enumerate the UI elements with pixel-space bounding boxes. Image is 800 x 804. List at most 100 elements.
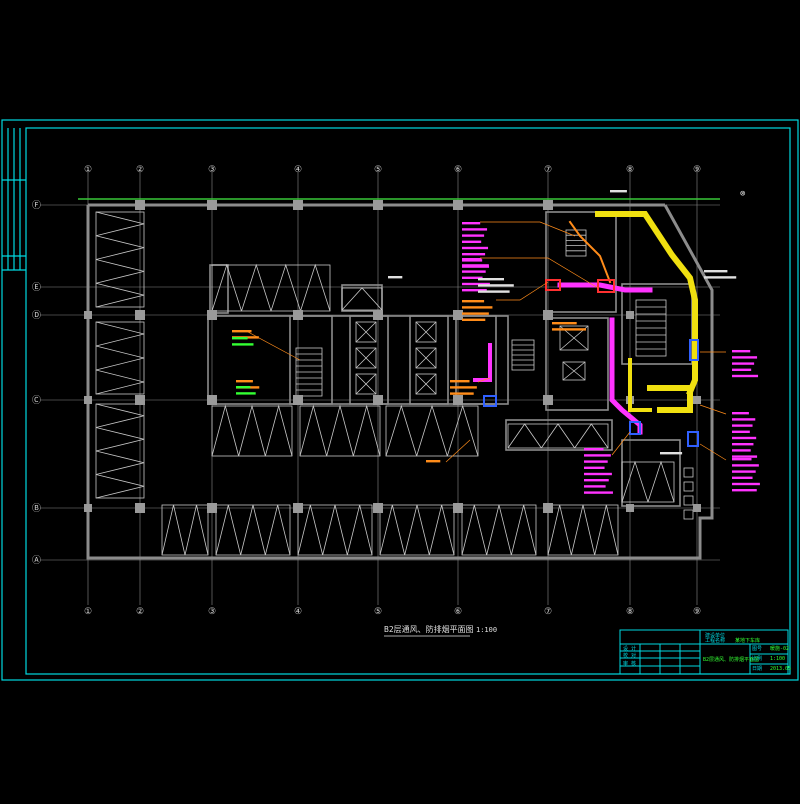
corner-mark: ⊗ <box>740 189 745 199</box>
smoke-duct-left <box>473 343 492 382</box>
column <box>693 504 701 512</box>
parking-bays <box>95 211 675 556</box>
annotation-line <box>462 258 482 261</box>
annotation-line <box>732 443 754 446</box>
parking-block <box>95 211 145 308</box>
stair-hatches <box>295 229 694 520</box>
annotation-line <box>232 337 248 340</box>
grid-label-left: Ⓑ <box>32 503 41 514</box>
parking-stall-lines <box>547 504 619 556</box>
column <box>626 311 634 319</box>
annotation-line <box>462 234 485 237</box>
annotation-line <box>732 362 755 365</box>
column <box>453 395 463 405</box>
annotation-line <box>478 278 504 281</box>
annotation-line <box>236 380 253 383</box>
parking-block <box>507 423 609 449</box>
column <box>84 311 92 319</box>
parking-stall-lines <box>95 321 145 395</box>
grid-label-top: ⑤ <box>374 165 382 175</box>
parking-stall-lines <box>507 423 609 449</box>
annotation-line <box>462 270 486 273</box>
grid-label-top: ⑥ <box>454 165 462 175</box>
annotation-line <box>462 300 485 303</box>
grid-label-bottom: ② <box>136 607 144 617</box>
annotation-line <box>660 452 683 455</box>
title-block <box>619 629 789 675</box>
annotation-line <box>584 491 613 494</box>
column <box>207 200 217 210</box>
parking-stall-lines <box>297 504 373 556</box>
grid-label-left: Ⓔ <box>32 282 41 293</box>
column <box>207 310 217 320</box>
column <box>293 503 303 513</box>
column <box>626 504 634 512</box>
parking-block <box>547 504 619 556</box>
title-block-right-1-value: 暖施-02 <box>770 645 789 652</box>
annotation-line <box>584 454 611 457</box>
annotation-line <box>584 485 606 488</box>
column <box>453 200 463 210</box>
column <box>293 395 303 405</box>
grid-label-top: ③ <box>208 165 216 175</box>
leader-line <box>247 331 301 361</box>
column <box>373 503 383 513</box>
title-block-right-2-value: 1:100 <box>770 656 785 662</box>
grid-label-bottom: ⑧ <box>626 607 634 617</box>
annotation-line <box>732 436 757 440</box>
annotation-line <box>478 290 510 293</box>
annotation-line <box>732 418 756 421</box>
annotation-line <box>462 264 489 267</box>
parking-block <box>461 504 537 556</box>
annotation-line <box>732 470 756 473</box>
leader-line <box>480 221 576 237</box>
fan-unit-5 <box>687 431 699 447</box>
title-block-right-2: 比例 <box>752 655 762 662</box>
annotation-line <box>584 448 604 451</box>
annotation-line <box>584 472 612 476</box>
column <box>373 395 383 405</box>
column <box>293 200 303 210</box>
annotation-line <box>388 276 403 279</box>
equipment-box <box>683 495 694 506</box>
column <box>84 396 92 404</box>
annotation-line <box>462 222 481 225</box>
column <box>207 395 217 405</box>
parking-block <box>211 405 293 457</box>
annotation-line <box>732 464 759 467</box>
title-block-row-3: 审 核 <box>623 660 636 667</box>
annotation-line <box>732 356 758 359</box>
annotation-line <box>732 482 760 486</box>
parking-block <box>341 287 383 311</box>
grid-label-bottom: ⑦ <box>544 607 552 617</box>
column <box>207 503 217 513</box>
annotation-line <box>732 412 749 415</box>
axis-labels: ① ① ② ② ③ ③ ④ ④ ⑤ ⑤ ⑥ ⑥ ⑦ ⑦ ⑧ ⑧ ⑨ ⑨ Ⓕ Ⓔ Ⓓ Ⓒ Ⓑ Ⓐ <box>32 165 701 617</box>
annotation-line <box>552 322 577 325</box>
duct-link <box>568 220 612 284</box>
grid-label-bottom: ⑤ <box>374 607 382 617</box>
annotation-line <box>584 466 605 469</box>
annotation-line <box>732 430 750 433</box>
leader-line <box>611 431 631 456</box>
annotation-line <box>462 306 493 309</box>
parking-stall-lines <box>385 404 479 457</box>
title-block-row-2: 校 对 <box>623 652 636 659</box>
grid-label-left: Ⓓ <box>32 310 41 321</box>
annotation-line <box>732 449 751 452</box>
annotation-line <box>732 368 752 371</box>
column <box>373 200 383 210</box>
annotation-line <box>732 458 752 461</box>
grid-label-bottom: ③ <box>208 607 216 617</box>
grid-label-bottom: ④ <box>294 607 302 617</box>
parking-block <box>95 403 145 499</box>
equipment-box <box>683 467 694 478</box>
annotation-line <box>584 479 609 482</box>
annotation-line <box>462 253 486 256</box>
grid-label-left: Ⓒ <box>32 395 41 406</box>
parking-stall-lines <box>461 504 537 556</box>
parking-block <box>297 504 373 556</box>
parking-block <box>299 405 381 457</box>
parking-block <box>161 504 209 556</box>
grid-label-top: ② <box>136 165 144 175</box>
